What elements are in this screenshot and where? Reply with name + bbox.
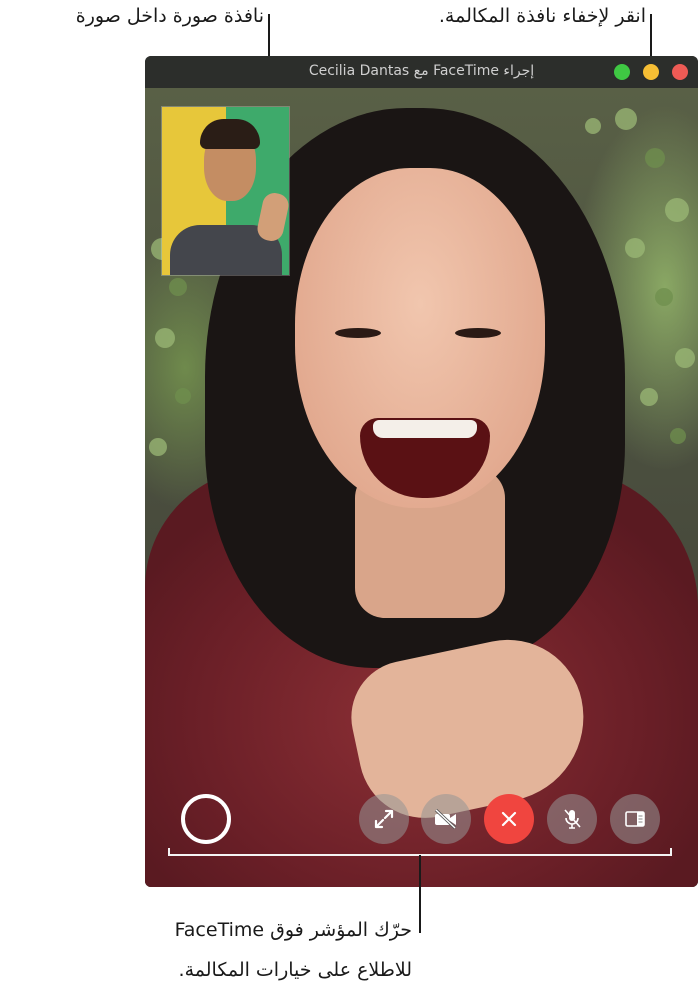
- leader-controls: [419, 855, 421, 933]
- callout-pip: نافذة صورة داخل صورة: [75, 5, 264, 27]
- window-title: إجراء FaceTime مع Cecilia Dantas: [308, 63, 535, 79]
- mic-slash-icon: [564, 809, 581, 829]
- sidebar-icon: [625, 811, 645, 827]
- camera-off-button[interactable]: [421, 794, 471, 844]
- callout-hover-line2: للاطلاع على خيارات المكالمة.: [178, 959, 412, 981]
- mute-button[interactable]: [547, 794, 597, 844]
- callout-hide-window: انقر لإخفاء نافذة المكالمة.: [438, 5, 646, 27]
- title-bar[interactable]: إجراء FaceTime مع Cecilia Dantas: [145, 56, 698, 88]
- facetime-window[interactable]: إجراء FaceTime مع Cecilia Dantas: [145, 56, 698, 887]
- end-call-button[interactable]: [484, 794, 534, 844]
- callout-hover-line1: حرّك المؤشر فوق FaceTime: [174, 919, 412, 941]
- fullscreen-button[interactable]: [359, 794, 409, 844]
- sidebar-button[interactable]: [610, 794, 660, 844]
- video-slash-icon: [434, 808, 457, 830]
- take-live-photo-button[interactable]: [181, 794, 231, 844]
- expand-arrows-icon: [374, 809, 394, 829]
- x-icon: [501, 811, 517, 827]
- picture-in-picture-window[interactable]: [161, 106, 290, 276]
